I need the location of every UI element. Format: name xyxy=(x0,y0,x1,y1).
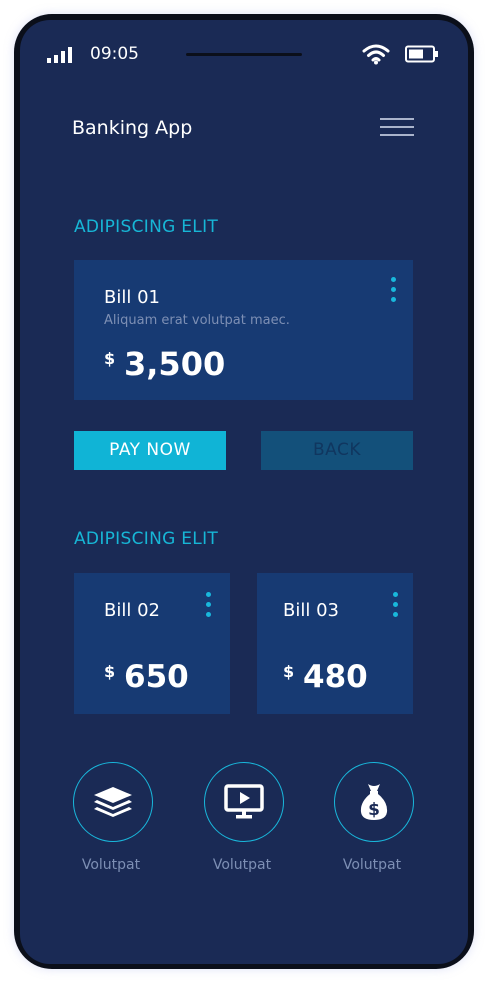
signal-icon xyxy=(47,47,72,63)
nav-label: Volutpat xyxy=(212,857,272,873)
bill-card[interactable]: Bill 02 $ 650 xyxy=(74,573,230,714)
wifi-icon xyxy=(362,44,390,65)
bill-name: Bill 01 xyxy=(104,287,160,308)
app-title: Banking App xyxy=(72,117,193,139)
speaker-notch xyxy=(186,53,302,56)
back-button[interactable]: BACK xyxy=(261,431,413,470)
nav-label: Volutpat xyxy=(81,857,141,873)
more-options-icon[interactable] xyxy=(205,592,213,622)
nav-label: Volutpat xyxy=(342,857,402,873)
status-time: 09:05 xyxy=(90,44,139,64)
bill-name: Bill 03 xyxy=(283,600,339,621)
more-options-icon[interactable] xyxy=(390,277,398,307)
hamburger-menu-icon[interactable] xyxy=(380,117,416,139)
svg-text:$: $ xyxy=(368,800,380,820)
more-options-icon[interactable] xyxy=(392,592,400,622)
nav-money-button[interactable]: $ xyxy=(334,762,414,842)
bill-description: Aliquam erat volutpat maec. xyxy=(104,313,290,328)
phone-screen: 09:05 Banking App ADIPISCING ELIT Bill 0… xyxy=(20,20,468,964)
currency-symbol: $ xyxy=(104,662,116,681)
nav-layers-button[interactable] xyxy=(73,762,153,842)
bill-name: Bill 02 xyxy=(104,600,160,621)
bill-amount: 480 xyxy=(303,659,368,695)
section-title: ADIPISCING ELIT xyxy=(74,529,219,549)
nav-media-button[interactable] xyxy=(204,762,284,842)
layers-icon xyxy=(94,787,132,817)
currency-symbol: $ xyxy=(104,349,116,368)
status-bar: 09:05 xyxy=(20,20,468,90)
currency-symbol: $ xyxy=(283,662,295,681)
pay-now-button[interactable]: PAY NOW xyxy=(74,431,226,470)
section-title: ADIPISCING ELIT xyxy=(74,217,219,237)
battery-icon xyxy=(405,45,438,63)
bill-amount: 3,500 xyxy=(124,345,226,383)
money-bag-icon: $ xyxy=(360,784,388,820)
bill-card[interactable]: Bill 03 $ 480 xyxy=(257,573,413,714)
monitor-play-icon xyxy=(224,784,264,819)
bill-amount: 650 xyxy=(124,659,189,695)
bill-card-primary[interactable]: Bill 01 Aliquam erat volutpat maec. $ 3,… xyxy=(74,260,413,400)
